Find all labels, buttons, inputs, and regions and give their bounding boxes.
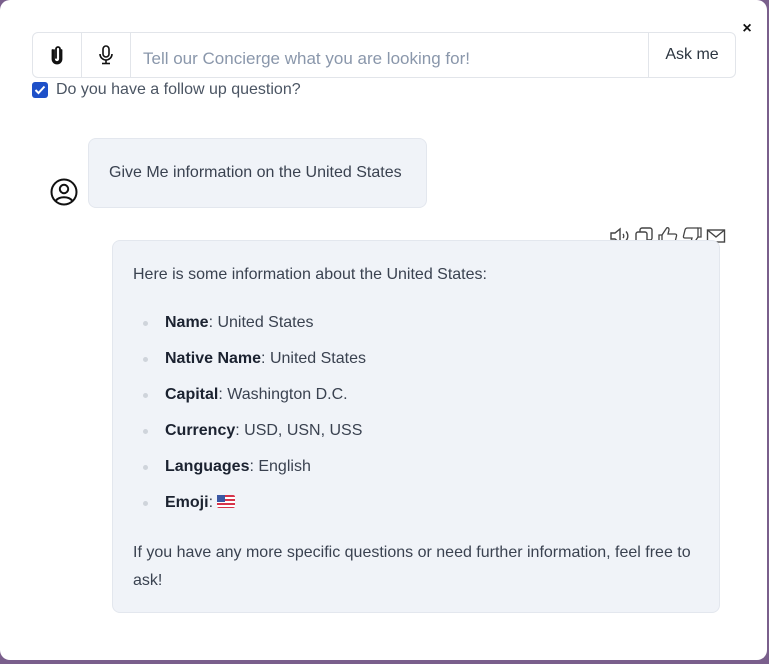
fact-value: :: [208, 494, 218, 511]
facts-list: Name: United States Native Name: United …: [133, 311, 699, 515]
followup-row: Do you have a follow up question?: [32, 81, 301, 99]
fact-value: : United States: [261, 350, 366, 367]
followup-checkbox[interactable]: [32, 82, 48, 98]
close-button[interactable]: ×: [739, 20, 755, 38]
response-outro: If you have any more specific questions …: [133, 544, 691, 589]
fact-value: : English: [249, 458, 311, 475]
response-intro: Here is some information about the Unite…: [133, 266, 487, 283]
us-flag-icon: [217, 495, 236, 508]
fact-key: Native Name: [165, 350, 262, 367]
list-item: Emoji:: [133, 491, 699, 515]
list-item: Currency: USD, USN, USS: [133, 419, 699, 443]
microphone-button[interactable]: [82, 33, 131, 77]
list-item: Native Name: United States: [133, 347, 699, 371]
fact-value: : USD, USN, USS: [235, 422, 363, 439]
microphone-icon: [99, 45, 113, 65]
fact-value: : United States: [208, 314, 314, 331]
followup-label: Do you have a follow up question?: [56, 81, 301, 98]
list-item: Name: United States: [133, 311, 699, 335]
checkmark-icon: [34, 85, 46, 95]
paperclip-icon: [51, 46, 63, 65]
list-item: Capital: Washington D.C.: [133, 383, 699, 407]
user-avatar-icon: [50, 178, 78, 206]
fact-key: Capital: [165, 386, 219, 403]
fact-value: : Washington D.C.: [218, 386, 348, 403]
ask-me-button[interactable]: Ask me: [648, 33, 735, 77]
search-input[interactable]: [131, 33, 648, 77]
assistant-message: Here is some information about the Unite…: [112, 240, 720, 613]
list-item: Languages: English: [133, 455, 699, 479]
user-message-text: Give Me information on the United States: [109, 164, 402, 181]
attach-button[interactable]: [33, 33, 82, 77]
fact-key: Currency: [165, 422, 236, 439]
search-bar: Ask me: [32, 32, 736, 78]
fact-key: Languages: [165, 458, 250, 475]
user-message: Give Me information on the United States: [88, 138, 427, 208]
fact-key: Name: [165, 314, 209, 331]
fact-key: Emoji: [165, 494, 209, 511]
concierge-modal: × Ask me Do you have a follow up questio…: [0, 0, 767, 660]
